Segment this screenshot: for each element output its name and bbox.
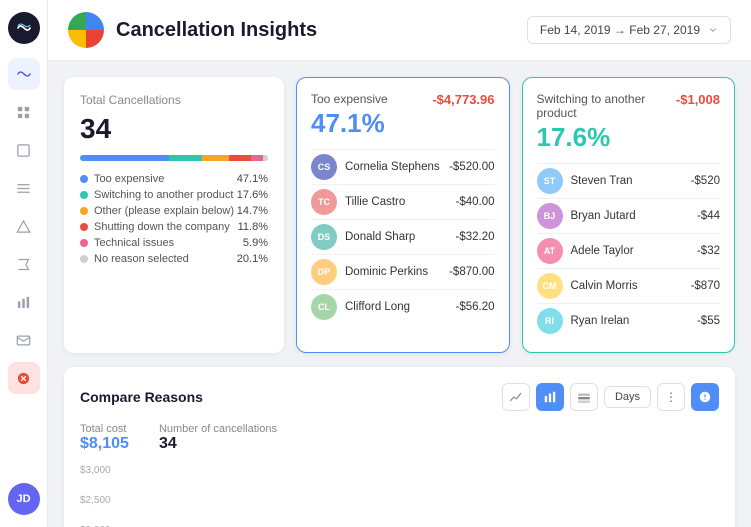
total-cancellations-count: 34 bbox=[80, 113, 268, 145]
stacked-chart-icon bbox=[577, 390, 591, 404]
info-btn[interactable] bbox=[691, 383, 719, 411]
cancellations-label: Number of cancellations bbox=[159, 423, 277, 435]
total-cost-label: Total cost bbox=[80, 423, 129, 435]
sidebar-item-analytics[interactable] bbox=[8, 210, 40, 242]
sidebar-user-area: JD bbox=[8, 483, 40, 515]
insight-header: Too expensive 47.1% -$4,773.96 bbox=[311, 92, 495, 139]
bar-chart-btn[interactable] bbox=[536, 383, 564, 411]
chevron-down-icon bbox=[708, 25, 718, 35]
avatar: AT bbox=[537, 238, 563, 264]
person-row: BJ Bryan Jutard -$44 bbox=[537, 198, 721, 233]
insight-amount: -$1,008 bbox=[676, 92, 720, 107]
bar-chart-icon bbox=[543, 390, 557, 404]
too-expensive-card: Too expensive 47.1% -$4,773.96 CS Cornel… bbox=[296, 77, 510, 353]
sidebar: JD bbox=[0, 0, 48, 527]
person-row: ST Steven Tran -$520 bbox=[537, 163, 721, 198]
avatar: CM bbox=[537, 273, 563, 299]
person-row: AT Adele Taylor -$32 bbox=[537, 233, 721, 268]
seg-other bbox=[202, 155, 230, 161]
bar-chart: $3,000 $2,500 $2,000 $1,500 $1,000 bbox=[80, 465, 719, 527]
total-cost-value: $8,105 bbox=[80, 435, 129, 453]
legend-item: Switching to another product 17.6% bbox=[80, 189, 268, 201]
stacked-chart-btn[interactable] bbox=[570, 383, 598, 411]
main-area: Cancellation Insights Feb 14, 2019 → Feb… bbox=[48, 0, 751, 527]
more-options-btn[interactable]: ⋮ bbox=[657, 383, 685, 411]
avatar: DS bbox=[311, 224, 337, 250]
cancellation-progress-bar bbox=[80, 155, 268, 161]
summary-cards: Total Cancellations 34 Too expensive 47.… bbox=[64, 77, 735, 353]
avatar: RI bbox=[537, 308, 563, 334]
sidebar-item-grid[interactable] bbox=[8, 96, 40, 128]
people-list: CS Cornelia Stephens -$520.00 TC Tillie … bbox=[311, 149, 495, 324]
page-title: Cancellation Insights bbox=[116, 19, 515, 42]
people-list: ST Steven Tran -$520 BJ Bryan Jutard -$4… bbox=[537, 163, 721, 338]
person-row: CL Clifford Long -$56.20 bbox=[311, 289, 495, 324]
app-logo bbox=[8, 12, 40, 44]
sidebar-item-menu[interactable] bbox=[8, 172, 40, 204]
stats-row: Total cost $8,105 Number of cancellation… bbox=[80, 423, 719, 453]
legend-item: Technical issues 5.9% bbox=[80, 237, 268, 249]
avatar: CL bbox=[311, 294, 337, 320]
total-cancellations-label: Total Cancellations bbox=[80, 93, 268, 107]
avatar: BJ bbox=[537, 203, 563, 229]
compare-header: Compare Reasons bbox=[80, 383, 719, 411]
avatar: TC bbox=[311, 189, 337, 215]
seg-technical bbox=[251, 155, 262, 161]
total-cost-stat: Total cost $8,105 bbox=[80, 423, 129, 453]
insight-percentage: 47.1% bbox=[311, 108, 388, 139]
switching-product-card: Switching to another product 17.6% -$1,0… bbox=[522, 77, 736, 353]
insight-header: Switching to another product 17.6% -$1,0… bbox=[537, 92, 721, 153]
person-row: TC Tillie Castro -$40.00 bbox=[311, 184, 495, 219]
insight-percentage: 17.6% bbox=[537, 122, 676, 153]
legend-item: Too expensive 47.1% bbox=[80, 173, 268, 185]
avatar: DP bbox=[311, 259, 337, 285]
line-chart-btn[interactable] bbox=[502, 383, 530, 411]
chart-bars-container bbox=[124, 465, 719, 527]
person-row: DP Dominic Perkins -$870.00 bbox=[311, 254, 495, 289]
seg-switching bbox=[169, 155, 202, 161]
person-row: CS Cornelia Stephens -$520.00 bbox=[311, 149, 495, 184]
person-row: DS Donald Sharp -$32.20 bbox=[311, 219, 495, 254]
insight-label: Switching to another product bbox=[537, 92, 676, 120]
sidebar-item-mail[interactable] bbox=[8, 324, 40, 356]
compare-section: Compare Reasons bbox=[64, 367, 735, 527]
content-area: Total Cancellations 34 Too expensive 47.… bbox=[48, 61, 751, 527]
sidebar-item-close[interactable] bbox=[8, 362, 40, 394]
person-row: CM Calvin Morris -$870 bbox=[537, 268, 721, 303]
cancellation-legend: Too expensive 47.1% Switching to another… bbox=[80, 173, 268, 265]
person-row: RI Ryan Irelan -$55 bbox=[537, 303, 721, 338]
seg-shutting bbox=[229, 155, 251, 161]
header: Cancellation Insights Feb 14, 2019 → Feb… bbox=[48, 0, 751, 61]
seg-none bbox=[263, 155, 268, 161]
figma-logo bbox=[68, 12, 104, 48]
insight-amount: -$4,773.96 bbox=[432, 92, 494, 107]
avatar: CS bbox=[311, 154, 337, 180]
info-icon bbox=[698, 390, 712, 404]
sidebar-item-chart[interactable] bbox=[8, 286, 40, 318]
legend-item: No reason selected 20.1% bbox=[80, 253, 268, 265]
seg-expensive bbox=[80, 155, 169, 161]
y-axis-labels: $3,000 $2,500 $2,000 $1,500 $1,000 bbox=[80, 465, 120, 527]
date-range-text: Feb 14, 2019 → Feb 27, 2019 bbox=[540, 23, 700, 37]
total-cancellations-card: Total Cancellations 34 Too expensive 47.… bbox=[64, 77, 284, 353]
cancellations-value: 34 bbox=[159, 435, 277, 453]
sidebar-item-flag[interactable] bbox=[8, 248, 40, 280]
days-selector[interactable]: Days bbox=[604, 386, 651, 408]
compare-controls: Days ⋮ bbox=[502, 383, 719, 411]
date-range-picker[interactable]: Feb 14, 2019 → Feb 27, 2019 bbox=[527, 16, 731, 44]
sidebar-item-box[interactable] bbox=[8, 134, 40, 166]
user-avatar[interactable]: JD bbox=[8, 483, 40, 515]
sidebar-item-waves[interactable] bbox=[8, 58, 40, 90]
cancellations-stat: Number of cancellations 34 bbox=[159, 423, 277, 453]
compare-title: Compare Reasons bbox=[80, 389, 203, 405]
legend-item: Shutting down the company 11.8% bbox=[80, 221, 268, 233]
avatar: ST bbox=[537, 168, 563, 194]
insight-label: Too expensive bbox=[311, 92, 388, 106]
line-chart-icon bbox=[509, 390, 523, 404]
legend-item: Other (please explain below) 14.7% bbox=[80, 205, 268, 217]
